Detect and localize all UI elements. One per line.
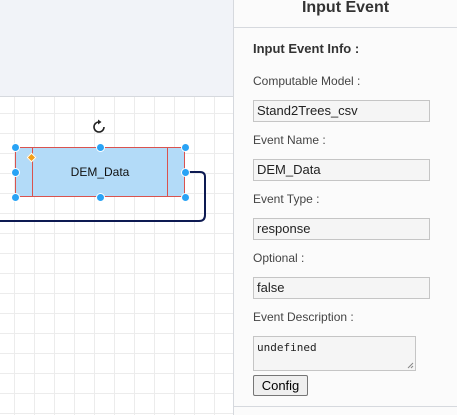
section-title: Input Event Info : <box>253 41 360 56</box>
panel-divider <box>234 406 457 407</box>
node-right-divider <box>167 148 168 196</box>
panel-title: Input Event <box>234 0 457 28</box>
resize-handle-right[interactable] <box>181 168 190 177</box>
optional-field[interactable]: false <box>253 277 430 299</box>
config-button[interactable]: Config <box>253 375 308 396</box>
resize-grip-icon[interactable] <box>407 362 414 369</box>
event-node[interactable]: DEM_Data <box>15 147 185 197</box>
optional-label: Optional : <box>253 251 305 265</box>
event-type-field[interactable]: response <box>253 218 430 240</box>
computable-model-field[interactable]: Stand2Trees_csv <box>253 100 430 122</box>
computable-model-label: Computable Model : <box>253 74 361 88</box>
event-description-textarea[interactable]: undefined <box>253 336 416 371</box>
resize-handle-bottom-right[interactable] <box>181 193 190 202</box>
node-label: DEM_Data <box>70 165 130 179</box>
event-description-value: undefined <box>257 341 317 354</box>
event-name-field[interactable]: DEM_Data <box>253 159 430 181</box>
resize-handle-left[interactable] <box>11 168 20 177</box>
event-description-label: Event Description : <box>253 310 354 324</box>
resize-handle-bottom[interactable] <box>96 193 105 202</box>
resize-handle-top[interactable] <box>96 143 105 152</box>
canvas-grid[interactable] <box>0 97 233 415</box>
resize-handle-top-right[interactable] <box>181 143 190 152</box>
event-name-label: Event Name : <box>253 133 326 147</box>
properties-panel: Input Event Input Event Info : Computabl… <box>233 0 457 415</box>
diagram-canvas[interactable]: DEM_Data <box>0 0 233 415</box>
event-type-label: Event Type : <box>253 192 320 206</box>
resize-handle-top-left[interactable] <box>11 143 20 152</box>
resize-handle-bottom-left[interactable] <box>11 193 20 202</box>
canvas-header-area <box>0 0 233 97</box>
rotate-icon[interactable] <box>90 118 108 136</box>
